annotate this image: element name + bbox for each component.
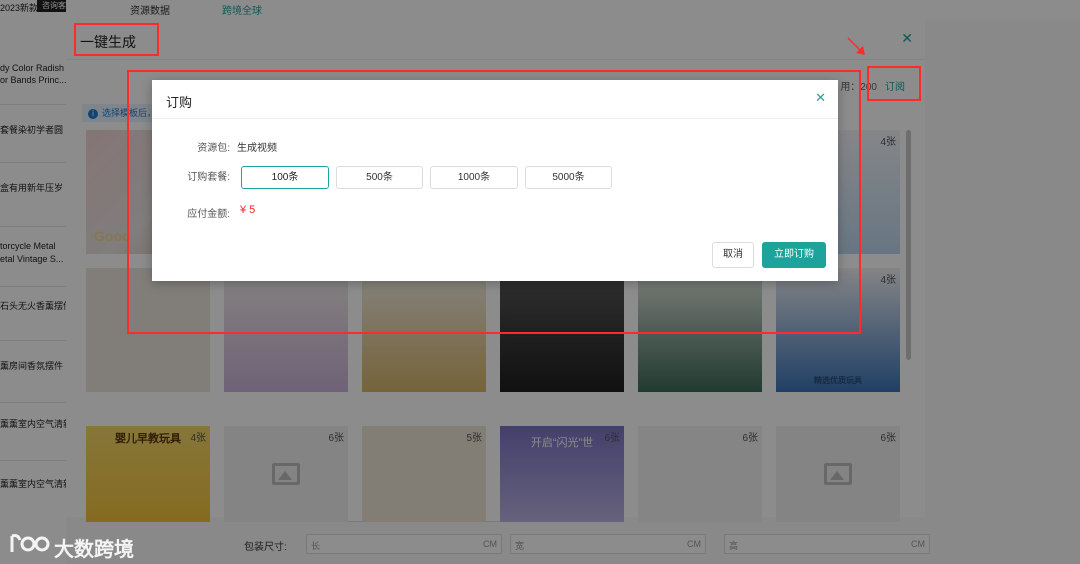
annotation-box-order (127, 70, 861, 334)
annotation-box-subscribe (867, 66, 921, 101)
watermark-logo-icon (10, 534, 50, 552)
annotation-arrow-icon (847, 37, 865, 55)
annotation-box-title (74, 23, 159, 56)
watermark-text: 大数跨境 (54, 539, 134, 561)
